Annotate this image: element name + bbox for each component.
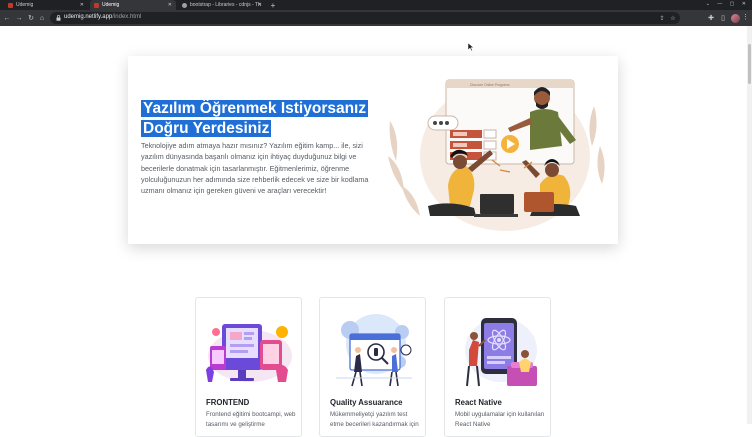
tab-title: Udemig: [16, 2, 34, 8]
forward-icon[interactable]: →: [14, 13, 24, 23]
url-path: /index.html: [112, 14, 142, 20]
card-title: FRONTEND: [206, 398, 250, 407]
card-text: Frontend eğitimi bootcampi, web tasarımı…: [206, 411, 296, 428]
bookmark-star-icon[interactable]: ☆: [669, 14, 677, 22]
close-tab-icon[interactable]: ✕: [168, 2, 172, 8]
profile-avatar[interactable]: [731, 14, 740, 23]
panel-title: Discover Online Programs: [470, 83, 510, 87]
share-icon[interactable]: ⇪: [658, 14, 666, 22]
tab-title: Udemig: [102, 2, 120, 8]
browser-tab-bar: Udemig ✕ Udemig ✕ bootstrap - Libraries …: [0, 0, 752, 10]
back-icon[interactable]: ←: [2, 13, 12, 23]
course-card-react-native[interactable]: React Native Mobil uygulamalar için kull…: [444, 297, 551, 437]
hero-title: Yazılım Öğrenmek Istiyorsanız Doğru Yerd…: [141, 99, 371, 139]
course-card-qa[interactable]: Quality Assuarance Mükemmeliyetçi yazılı…: [319, 297, 426, 437]
hero-title-line1: Yazılım Öğrenmek Istiyorsanız: [141, 100, 369, 117]
frontend-illustration: [206, 324, 292, 382]
hero-section: Yazılım Öğrenmek Istiyorsanız Doğru Yerd…: [128, 56, 618, 244]
lock-icon: [56, 15, 61, 21]
react-native-illustration: [465, 318, 537, 387]
url-text: udemig.netlify.app/index.html: [64, 14, 141, 20]
favicon-icon: [8, 2, 13, 8]
github-icon: [182, 2, 187, 8]
home-icon[interactable]: ⌂: [37, 13, 47, 23]
online-learning-illustration: Discover Online Programs: [388, 79, 605, 231]
favicon-icon: [94, 2, 99, 8]
page-viewport: Yazılım Öğrenmek Istiyorsanız Doğru Yerd…: [0, 26, 752, 437]
tab-cdnjs[interactable]: bootstrap - Libraries - cdnjs - Th ✕: [178, 0, 266, 10]
hero-description: Teknolojiye adım atmaya hazır mısınız? Y…: [141, 141, 369, 196]
url-host: udemig.netlify.app: [64, 14, 113, 20]
scrollbar-thumb[interactable]: [748, 44, 751, 84]
card-title: Quality Assuarance: [330, 398, 403, 407]
extensions-icon[interactable]: ✚: [706, 13, 716, 23]
menu-kebab-icon[interactable]: ⋮: [742, 13, 749, 21]
card-title: React Native: [455, 398, 502, 407]
mouse-cursor-icon: [468, 43, 474, 51]
new-tab-button[interactable]: +: [268, 0, 278, 10]
reload-icon[interactable]: ↻: [26, 13, 36, 23]
close-tab-icon[interactable]: ✕: [258, 2, 262, 8]
tab-udemig-1[interactable]: Udemig ✕: [4, 0, 88, 10]
page-scrollbar[interactable]: [747, 26, 752, 424]
tab-udemig-2[interactable]: Udemig ✕: [90, 0, 176, 10]
browser-toolbar: ← → ↻ ⌂ udemig.netlify.app/index.html ⇪ …: [0, 10, 752, 26]
card-text: Mükemmeliyetçi yazılım test etme beceril…: [330, 411, 419, 428]
window-controls[interactable]: ⌄ — ▢ ✕: [706, 1, 749, 7]
side-panel-icon[interactable]: ▯: [718, 13, 728, 23]
tab-title: bootstrap - Libraries - cdnjs - Th: [190, 2, 261, 8]
qa-illustration: [336, 314, 412, 387]
card-text: Mobil uygulamalar için kullanılan React …: [455, 411, 545, 428]
address-bar[interactable]: udemig.netlify.app/index.html ⇪ ☆: [50, 12, 680, 24]
hero-title-line2: Doğru Yerdesiniz: [141, 120, 272, 137]
course-card-frontend[interactable]: FRONTEND Frontend eğitimi bootcampi, web…: [195, 297, 302, 437]
close-tab-icon[interactable]: ✕: [80, 2, 84, 8]
